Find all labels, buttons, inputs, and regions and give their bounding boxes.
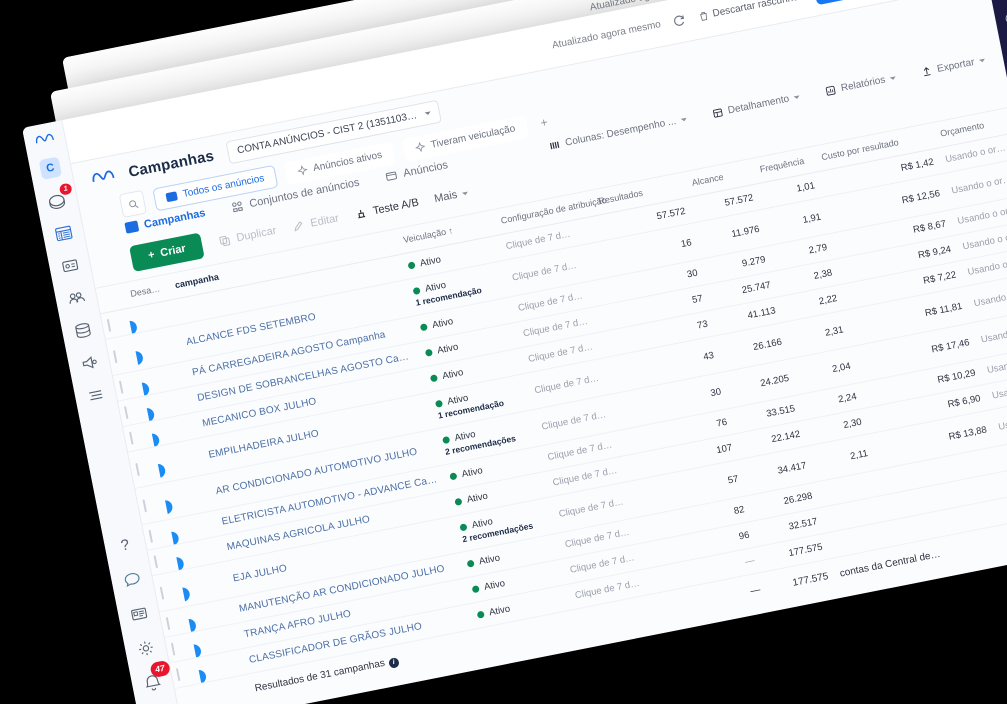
row-checkbox[interactable] [170, 642, 176, 656]
chevron-down-icon [461, 191, 469, 199]
updated-label: Atualizado agora mesmo [551, 18, 662, 51]
sidebar-item-catalog[interactable] [71, 318, 95, 342]
meta-infinity-icon[interactable] [33, 130, 55, 148]
search-input[interactable] [118, 189, 147, 219]
status-dot [459, 523, 468, 532]
screenshot-stage: Atualizado agora mesmo Descartar rascunh… [0, 0, 1007, 704]
chevron-down-icon [978, 58, 987, 66]
help-question-icon[interactable]: ? [113, 533, 137, 557]
plus-icon: + [147, 248, 156, 262]
row-checkbox[interactable] [148, 529, 154, 544]
status-label: Ativo [441, 367, 465, 383]
create-button[interactable]: + Criar [129, 232, 205, 272]
ab-test-button[interactable]: Teste A/B [353, 196, 420, 221]
campaign-icon [124, 220, 140, 234]
bell-icon[interactable]: 47 [140, 659, 172, 695]
status-dot [430, 374, 439, 383]
row-checkbox[interactable] [119, 380, 124, 394]
more-actions-button[interactable]: Mais [433, 187, 469, 205]
status-label: Ativo [478, 552, 502, 568]
status-dot [425, 348, 434, 358]
duplicate-icon [217, 233, 232, 248]
status-label: Ativo [460, 465, 484, 481]
row-checkbox[interactable] [153, 555, 159, 569]
sidebar-item-table[interactable] [51, 221, 75, 245]
duplicate-label: Duplicar [235, 224, 278, 245]
pencil-icon [291, 219, 306, 234]
row-checkbox[interactable] [112, 349, 118, 364]
adsets-icon [230, 199, 245, 214]
row-checkbox[interactable] [129, 431, 134, 445]
status-dot [471, 585, 481, 594]
refresh-icon-main[interactable] [671, 12, 687, 28]
news-icon[interactable] [127, 602, 151, 626]
sidebar-item-card[interactable] [58, 254, 82, 278]
row-checkbox[interactable] [175, 668, 181, 682]
sidebar-item-campaigns[interactable] [77, 351, 101, 375]
chevron-down-icon [680, 117, 688, 125]
status-dot [412, 287, 422, 296]
duplicate-button[interactable]: Duplicar [217, 224, 278, 248]
chevron-down-icon [889, 76, 897, 84]
row-checkbox[interactable] [159, 586, 165, 600]
discard-drafts-label: Descartar rascunhos [711, 0, 805, 20]
status-dot [466, 559, 476, 568]
status-label: Ativo [488, 603, 512, 619]
status-dot [449, 472, 458, 481]
status-dot [407, 261, 416, 270]
ab-test-label: Teste A/B [371, 196, 420, 218]
add-filter-button[interactable]: + [535, 114, 552, 131]
create-label: Criar [159, 242, 187, 260]
status-dot [476, 610, 486, 619]
status-label: Ativo [436, 341, 460, 357]
gear-icon[interactable] [134, 636, 158, 660]
status-dot [454, 497, 463, 507]
info-icon[interactable]: i [388, 657, 400, 670]
more-label: Mais [433, 188, 459, 206]
folder-icon [165, 190, 178, 202]
sidebar-item-audiences[interactable] [64, 286, 88, 310]
edit-button[interactable]: Editar [291, 212, 340, 234]
status-label: Ativo [431, 316, 455, 332]
row-checkbox[interactable] [142, 499, 147, 513]
row-checkbox[interactable] [106, 319, 112, 333]
sidebar-item-menu[interactable] [83, 383, 107, 407]
row-checkbox[interactable] [165, 617, 171, 631]
row-checkbox[interactable] [135, 462, 140, 476]
status-label: Ativo [483, 578, 507, 594]
clock-icon-rail[interactable] [1003, 10, 1007, 29]
chat-bubble-icon[interactable] [120, 568, 144, 592]
ab-test-icon [353, 206, 368, 221]
chevron-down-icon [793, 95, 801, 103]
status-label: Ativo [419, 254, 442, 270]
discard-drafts-button[interactable]: Descartar rascunhos [697, 0, 804, 22]
edit-label: Editar [309, 212, 340, 230]
sidebar-item-billing[interactable]: 1 [45, 182, 73, 213]
status-dot [419, 323, 429, 332]
status-dot [442, 436, 451, 445]
row-checkbox[interactable] [124, 406, 129, 420]
status-dot [435, 399, 444, 409]
status-label: Ativo [465, 490, 489, 506]
main-window: C 1 ? 47 Atualizado agora mesmo Descarta… [22, 0, 1007, 704]
meta-infinity-icon-header [90, 167, 117, 187]
sidebar-item-account[interactable]: C [38, 156, 63, 181]
ads-icon [383, 168, 398, 183]
